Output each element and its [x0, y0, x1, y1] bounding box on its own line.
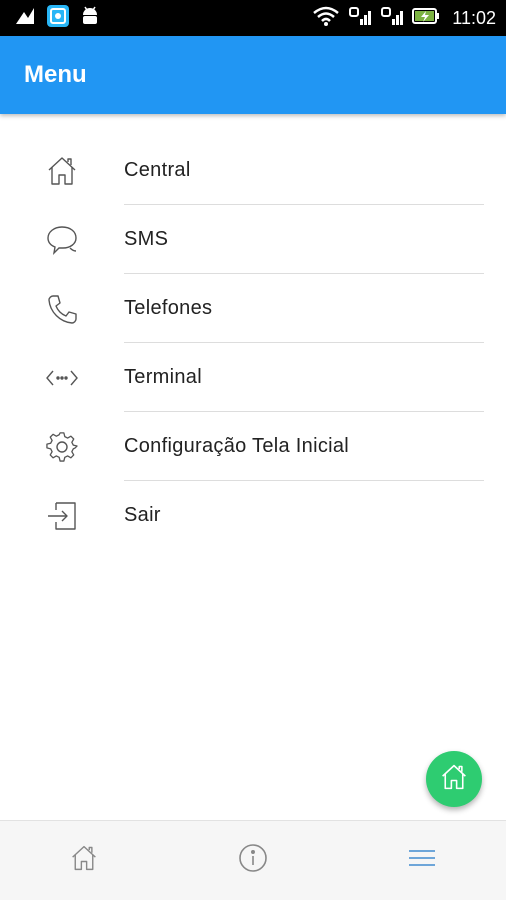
home-icon — [440, 763, 468, 796]
signal-icon — [348, 5, 372, 32]
menu-item-sair[interactable]: Sair — [0, 481, 506, 550]
wifi-icon — [312, 6, 340, 31]
menu-item-configuracao[interactable]: Configuração Tela Inicial — [0, 412, 506, 481]
menu-icon — [408, 848, 436, 873]
notification-icon — [14, 6, 36, 31]
bottom-nav — [0, 820, 506, 900]
menu-item-sms[interactable]: SMS — [0, 205, 506, 274]
status-right: 11:02 — [312, 5, 496, 32]
home-fab-button[interactable] — [426, 751, 482, 807]
menu-item-label: SMS — [124, 228, 169, 250]
status-left — [14, 4, 100, 33]
home-icon — [70, 844, 98, 877]
menu-item-label: Configuração Tela Inicial — [124, 435, 350, 457]
exit-icon — [44, 498, 80, 534]
app-icon — [46, 4, 70, 33]
nav-menu-button[interactable] — [392, 831, 452, 891]
chat-icon — [44, 222, 80, 258]
status-bar: 11:02 — [0, 0, 506, 36]
battery-charging-icon — [412, 6, 440, 31]
status-time: 11:02 — [452, 7, 496, 28]
menu-item-telefones[interactable]: Telefones — [0, 274, 506, 343]
signal-icon-2 — [380, 5, 404, 32]
code-icon — [44, 360, 80, 396]
android-icon — [80, 5, 100, 32]
phone-icon — [44, 291, 80, 327]
gear-icon — [44, 429, 80, 465]
nav-info-button[interactable] — [223, 831, 283, 891]
nav-home-button[interactable] — [54, 831, 114, 891]
info-icon — [238, 843, 268, 878]
menu-item-label: Sair — [124, 504, 161, 526]
page-title: Menu — [24, 61, 87, 88]
menu-list: Central SMS Telefones Terminal Configura… — [0, 136, 506, 550]
menu-item-label: Terminal — [124, 366, 202, 388]
menu-item-central[interactable]: Central — [0, 136, 506, 205]
menu-item-terminal[interactable]: Terminal — [0, 343, 506, 412]
app-bar: Menu — [0, 36, 506, 114]
home-icon — [44, 153, 80, 189]
menu-item-label: Telefones — [124, 297, 213, 319]
menu-item-label: Central — [124, 159, 191, 181]
